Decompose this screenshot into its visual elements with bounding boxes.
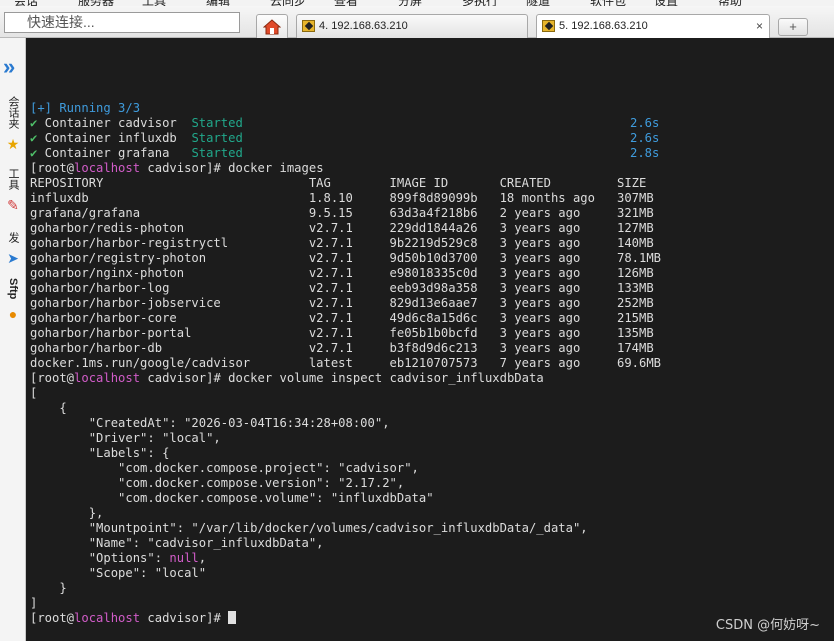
close-tab-button[interactable]: × — [756, 15, 763, 37]
sidebar-item-label: 发 — [7, 232, 19, 243]
tab-session-4[interactable]: 4. 192.168.63.210 — [296, 14, 528, 38]
home-tab[interactable] — [256, 14, 288, 38]
sidebar: » 会话夹 ★ 工具 ✎ 发 ➤ Sftp ● — [0, 38, 26, 641]
json-line: "Labels": { — [30, 446, 170, 460]
json-line: } — [30, 581, 67, 595]
new-tab-button[interactable]: + — [778, 18, 808, 36]
prompt-line: [root@localhost cadvisor]# docker images — [30, 161, 324, 175]
image-row: grafana/grafana 9.5.15 63d3a4f218b6 2 ye… — [30, 206, 654, 220]
json-line: "Scope": "local" — [30, 566, 207, 580]
terminal-tab-icon — [302, 20, 315, 32]
json-line: "com.docker.compose.project": "cadvisor"… — [30, 461, 419, 475]
json-line: "Driver": "local", — [30, 431, 221, 445]
json-line: "Mountpoint": "/var/lib/docker/volumes/c… — [30, 521, 588, 535]
home-icon — [263, 18, 281, 34]
terminal[interactable]: [+] Running 3/3 ✔ Container cadvisor Sta… — [26, 38, 834, 641]
sidebar-item-sftp[interactable]: Sftp ● — [2, 278, 24, 324]
compose-status-line: [+] Running 3/3 — [30, 101, 141, 115]
sidebar-item-sessions[interactable]: 会话夹 ★ — [2, 96, 24, 154]
images-header: REPOSITORY TAG IMAGE ID CREATED SIZE — [30, 176, 647, 190]
compose-container-line: ✔ Container cadvisor Started 2.6s — [30, 116, 660, 130]
sidebar-item-label: 工具 — [7, 168, 19, 190]
tab-label: 5. 192.168.63.210 — [559, 20, 648, 32]
star-icon: ★ — [6, 136, 20, 152]
quick-connect-input[interactable]: 快速连接... — [4, 12, 240, 33]
compose-container-line: ✔ Container influxdb Started 2.6s — [30, 131, 660, 145]
collapse-sidebar-button[interactable]: » — [3, 56, 15, 78]
json-line: [ — [30, 386, 38, 400]
image-row: goharbor/harbor-registryctl v2.7.1 9b221… — [30, 236, 654, 250]
image-row: goharbor/harbor-log v2.7.1 eeb93d98a358 … — [30, 281, 654, 295]
json-line: "com.docker.compose.volume": "influxdbDa… — [30, 491, 434, 505]
sidebar-item-label: 会话夹 — [7, 96, 19, 129]
sidebar-item-send[interactable]: 发 ➤ — [2, 230, 24, 268]
json-line: "Name": "cadvisor_influxdbData", — [30, 536, 324, 550]
prompt-line[interactable]: [root@localhost cadvisor]# — [30, 611, 661, 626]
compose-container-line: ✔ Container grafana Started 2.8s — [30, 146, 660, 160]
image-row: goharbor/harbor-db v2.7.1 b3f8d9d6c213 3… — [30, 341, 654, 355]
images-table: influxdb 1.8.10 899f8d89099b 18 months a… — [30, 191, 661, 371]
json-line: "Options": null, — [30, 551, 207, 565]
prompt-line: [root@localhost cadvisor]# docker volume… — [30, 371, 544, 385]
image-row: goharbor/redis-photon v2.7.1 229dd1844a2… — [30, 221, 654, 235]
json-line: }, — [30, 506, 104, 520]
json-line: "CreatedAt": "2026-03-04T16:34:28+08:00"… — [30, 416, 390, 430]
send-icon: ➤ — [7, 250, 19, 266]
volume-inspect-output: [ { "CreatedAt": "2026-03-04T16:34:28+08… — [30, 386, 661, 551]
image-row: goharbor/harbor-jobservice v2.7.1 829d13… — [30, 296, 654, 310]
watermark: CSDN @何妨呀~ — [715, 618, 820, 633]
image-row: goharbor/nginx-photon v2.7.1 e98018335c0… — [30, 266, 654, 280]
tab-label: 4. 192.168.63.210 — [319, 20, 408, 32]
image-row: goharbor/registry-photon v2.7.1 9d50b10d… — [30, 251, 662, 265]
image-row: docker.1ms.run/google/cadvisor latest eb… — [30, 356, 662, 370]
image-row: influxdb 1.8.10 899f8d89099b 18 months a… — [30, 191, 654, 205]
tab-session-5[interactable]: 5. 192.168.63.210 × — [536, 14, 770, 38]
json-line: { — [30, 401, 67, 415]
json-line: "com.docker.compose.version": "2.17.2", — [30, 476, 405, 490]
image-row: goharbor/harbor-core v2.7.1 49d6c8a15d6c… — [30, 311, 654, 325]
sftp-icon: ● — [8, 306, 18, 323]
terminal-cursor — [228, 611, 237, 624]
toolbar: 快速连接... 4. 192.168.63.210 5. 192.168.63.… — [0, 6, 834, 38]
json-line: ] — [30, 596, 38, 610]
volume-inspect-output-tail: "Scope": "local" }] — [30, 566, 661, 611]
terminal-tab-icon — [542, 20, 555, 32]
sidebar-item-label: Sftp — [7, 278, 19, 300]
wrench-icon: ✎ — [7, 197, 19, 213]
image-row: goharbor/harbor-portal v2.7.1 fe05b1b0bc… — [30, 326, 654, 340]
sidebar-item-tools[interactable]: 工具 ✎ — [2, 168, 24, 215]
